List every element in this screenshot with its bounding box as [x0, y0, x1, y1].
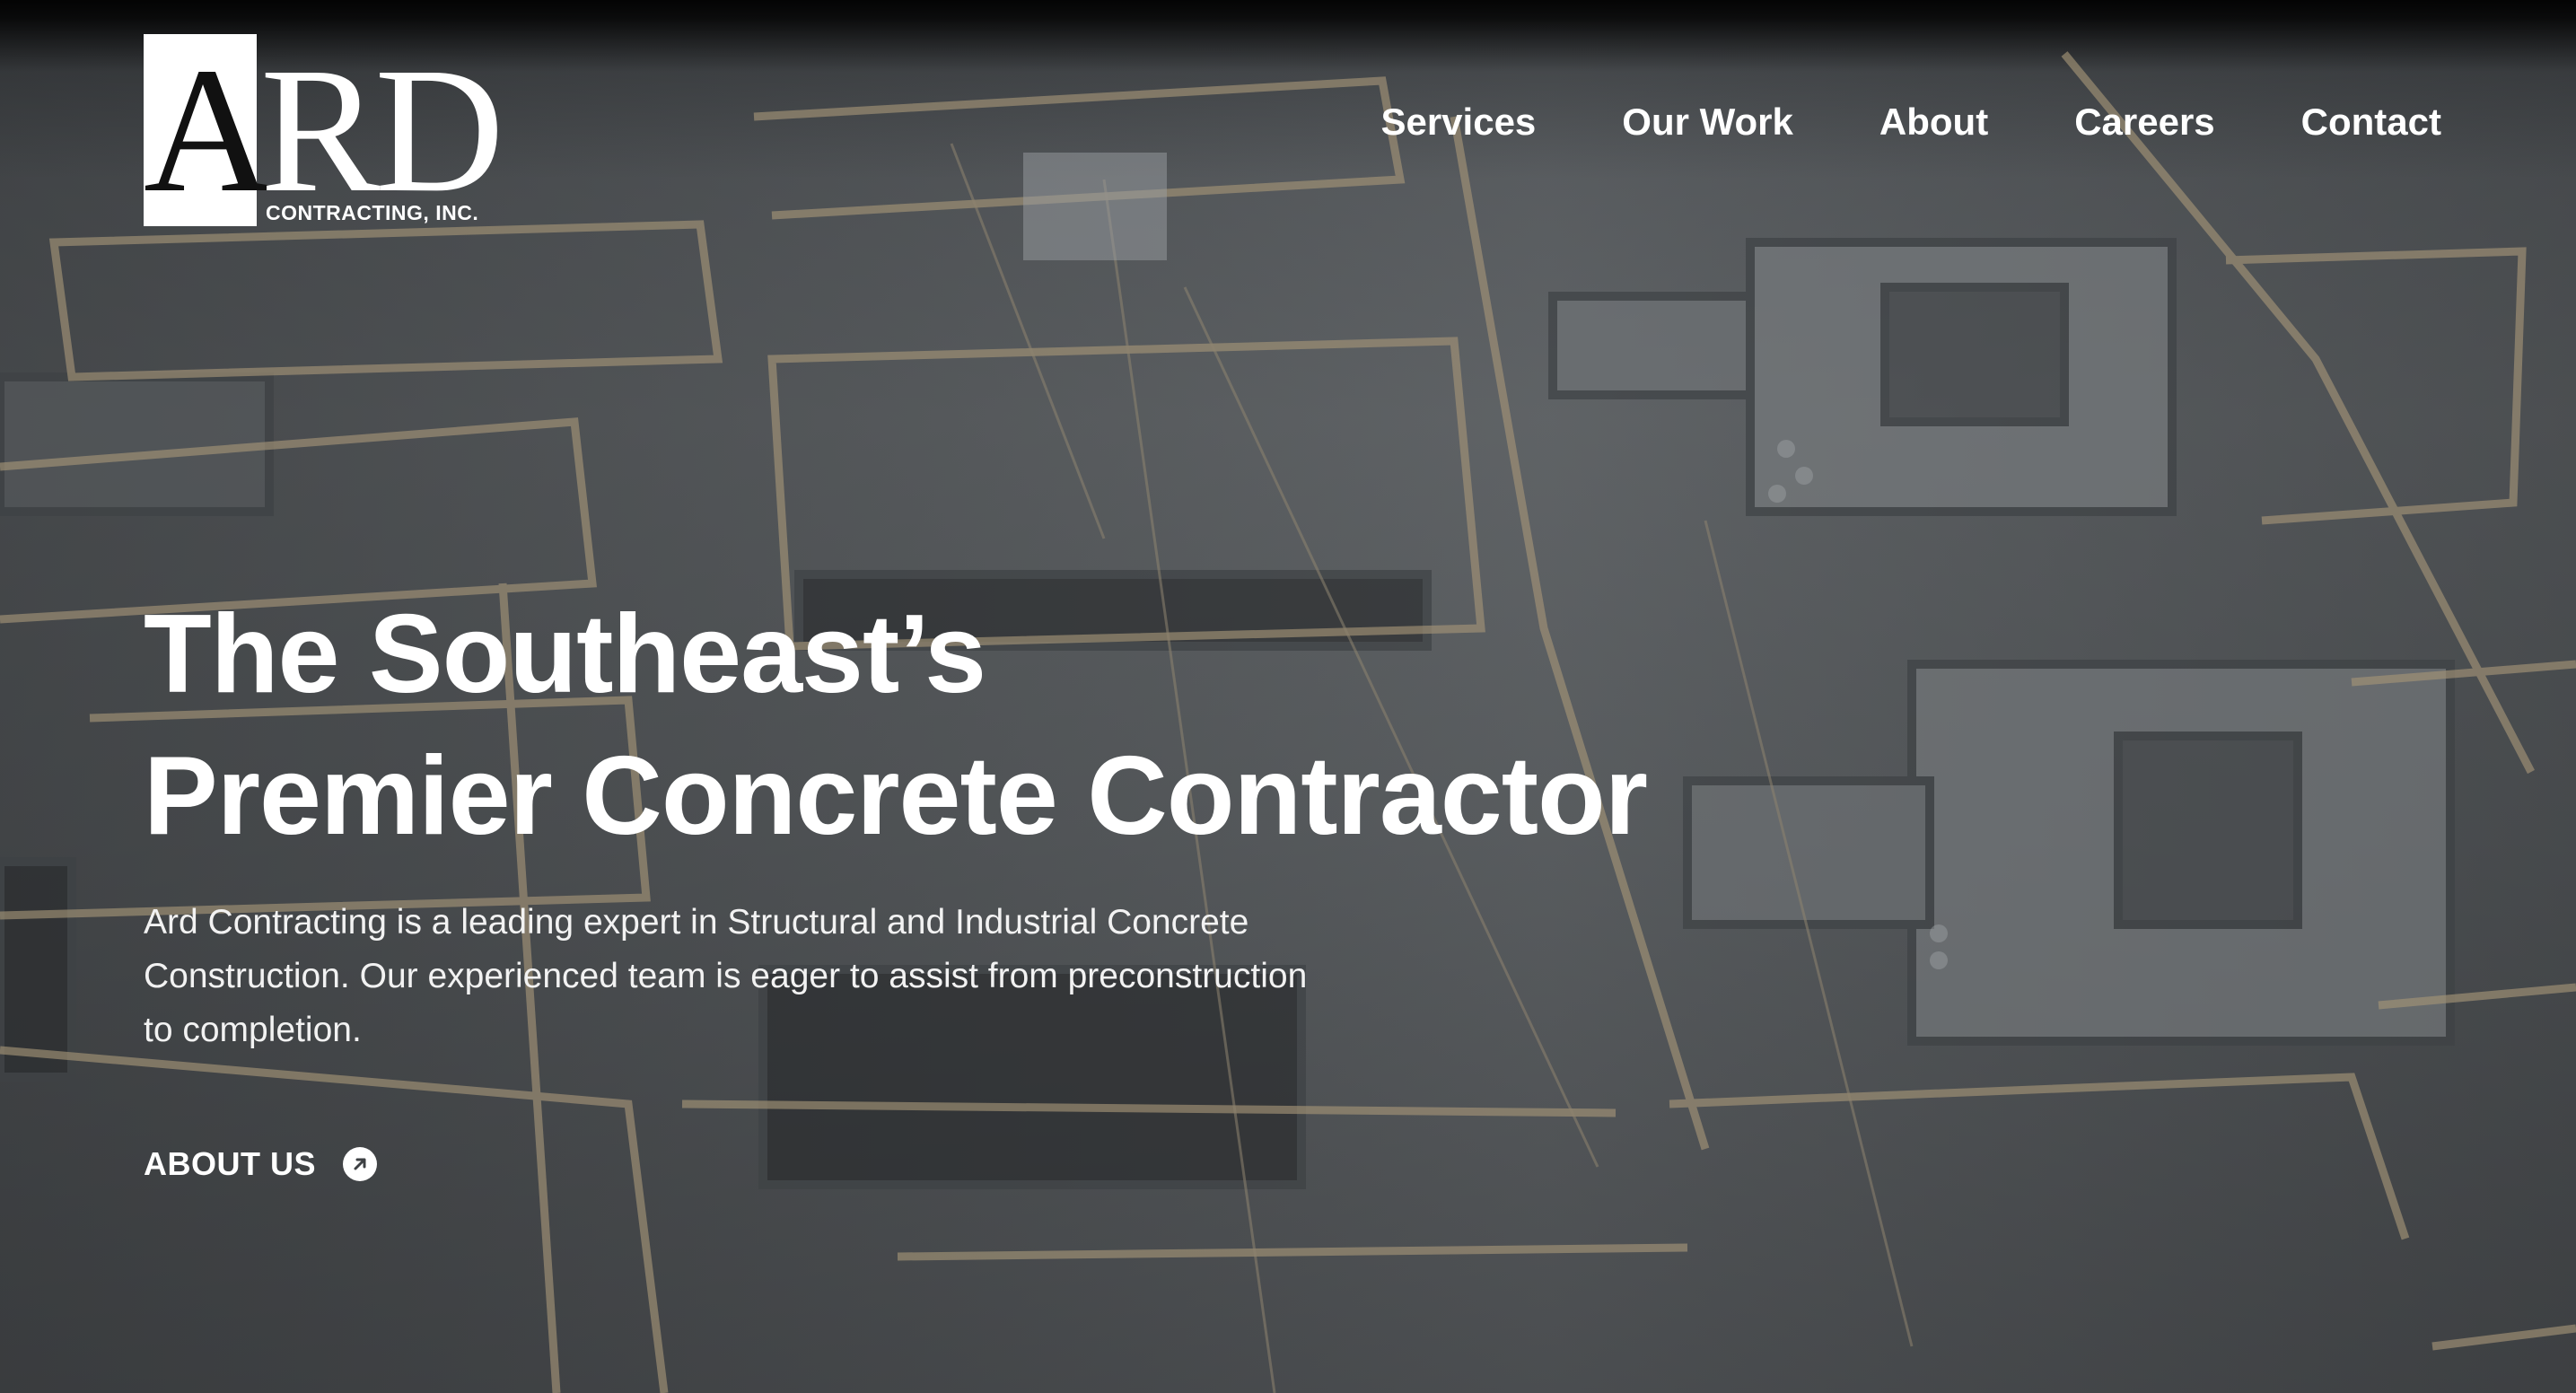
about-us-label: ABOUT US: [144, 1145, 316, 1182]
nav-item-about[interactable]: About: [1879, 101, 1988, 144]
logo-letter-a: A: [144, 31, 274, 230]
hero-section: A RD CONTRACTING, INC. Services Our Work…: [0, 0, 2576, 1393]
hero-intro-text: Ard Contracting is a leading expert in S…: [144, 903, 1308, 1049]
hero-headline: The Southeast’s Premier Concrete Contrac…: [144, 583, 1648, 867]
nav-item-services[interactable]: Services: [1380, 101, 1536, 144]
main-nav: Services Our Work About Careers Contact: [1380, 101, 2441, 144]
logo-letters-rd: RD: [260, 31, 504, 230]
nav-item-contact[interactable]: Contact: [2301, 101, 2441, 144]
logo-subtitle: CONTRACTING, INC.: [266, 201, 479, 224]
nav-item-careers[interactable]: Careers: [2074, 101, 2214, 144]
hero-headline-line1: The Southeast’s: [144, 592, 986, 716]
arrow-up-right-circle-icon: [343, 1147, 377, 1181]
company-logo[interactable]: A RD CONTRACTING, INC.: [144, 31, 504, 232]
nav-item-our-work[interactable]: Our Work: [1622, 101, 1793, 144]
about-us-button[interactable]: ABOUT US: [144, 1145, 377, 1183]
hero-headline-line2: Premier Concrete Contractor: [144, 734, 1648, 858]
